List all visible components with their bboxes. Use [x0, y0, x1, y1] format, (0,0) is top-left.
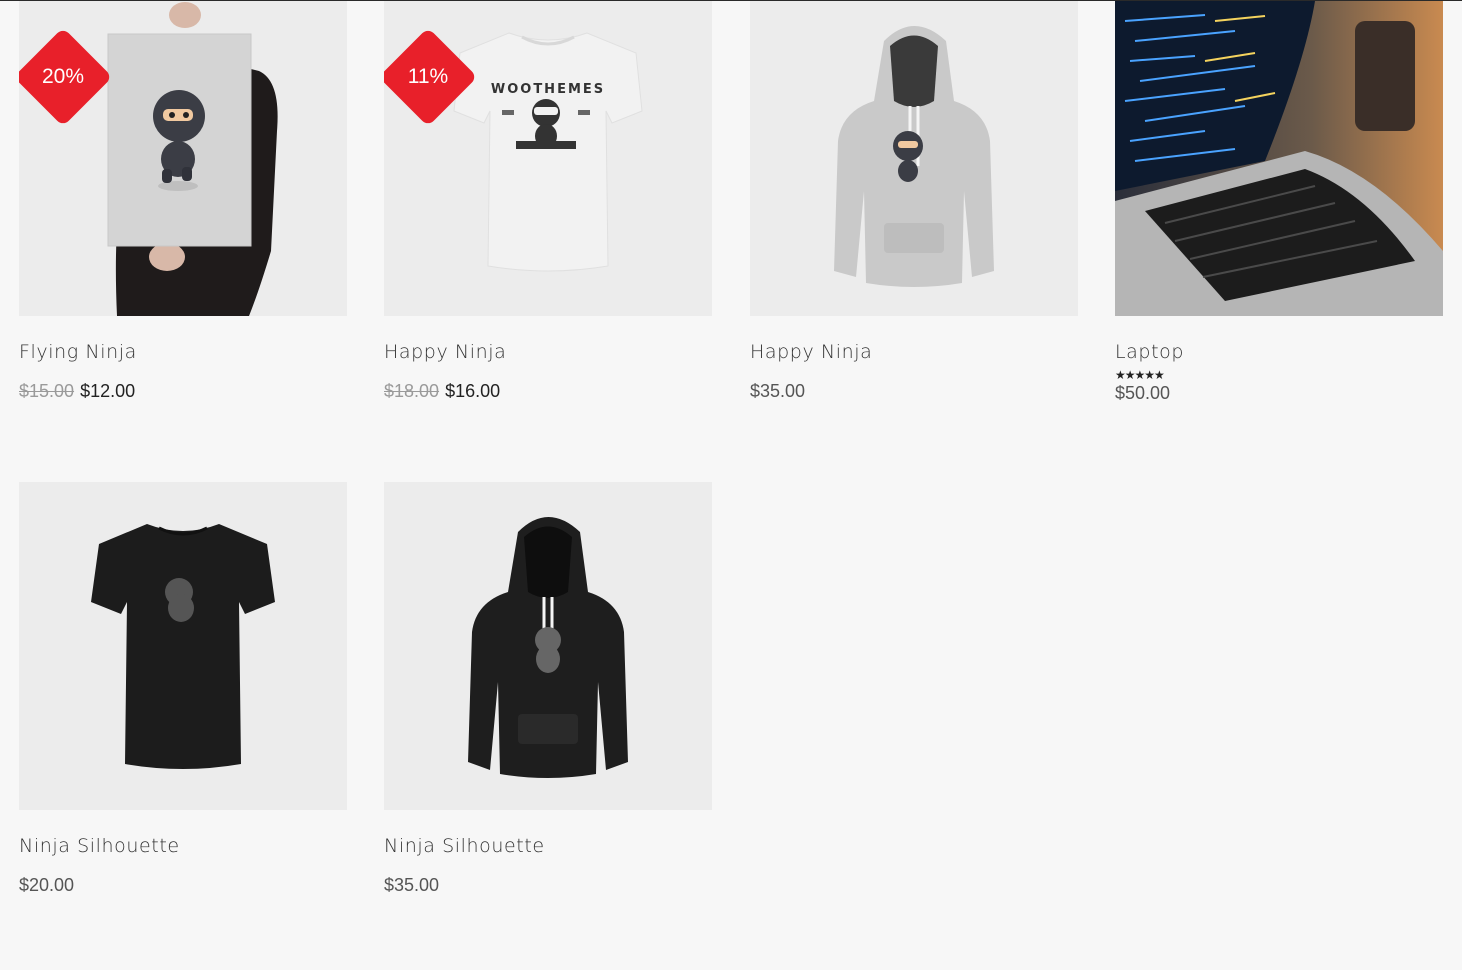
product-price: $50.00 [1115, 382, 1443, 404]
svg-text:WOOTHEMES: WOOTHEMES [491, 82, 605, 97]
product-price: $35.00 [384, 874, 712, 896]
sale-badge: 20% [19, 27, 113, 127]
tshirt-black-silhouette-image [19, 482, 347, 810]
regular-price: $35.00 [384, 875, 440, 895]
sale-price: $16.00 [445, 381, 501, 401]
product-image-link[interactable] [384, 482, 712, 810]
hoodie-black-silhouette-image [384, 482, 712, 810]
product-title[interactable]: Happy Ninja [750, 340, 1078, 364]
product-card: Happy Ninja $35.00 [750, 1, 1078, 402]
product-image-link[interactable]: WOOTHEMES 11% [384, 1, 712, 316]
product-title[interactable]: Happy Ninja [384, 340, 712, 364]
product-image-link[interactable] [19, 482, 347, 810]
regular-price: $20.00 [19, 875, 75, 895]
laptop-code-image [1115, 1, 1443, 316]
star-rating: ★★★★★ [1115, 368, 1165, 382]
product-card: Laptop ★★★★★ $50.00 [1115, 1, 1443, 404]
product-title[interactable]: Ninja Silhouette [19, 834, 347, 858]
hoodie-grey-ninja-image [750, 1, 1078, 316]
product-price: $20.00 [19, 874, 347, 896]
sale-badge: 11% [384, 27, 478, 127]
product-price: $35.00 [750, 380, 1078, 402]
product-card: Ninja Silhouette $35.00 [384, 482, 712, 896]
product-title[interactable]: Flying Ninja [19, 340, 347, 364]
product-title[interactable]: Laptop [1115, 340, 1443, 364]
product-card: WOOTHEMES 11% Happy Ninja $18.00 $16.00 [384, 1, 712, 402]
product-card: 20% Flying Ninja $15.00 $12.00 [19, 1, 347, 402]
regular-price: $35.00 [750, 381, 806, 401]
product-image-link[interactable]: 20% [19, 1, 347, 316]
product-title[interactable]: Ninja Silhouette [384, 834, 712, 858]
old-price: $15.00 [19, 381, 75, 401]
product-price: $18.00 $16.00 [384, 380, 712, 402]
regular-price: $50.00 [1115, 383, 1171, 403]
product-card: Ninja Silhouette $20.00 [19, 482, 347, 896]
sale-badge-label: 20% [41, 65, 85, 88]
old-price: $18.00 [384, 381, 440, 401]
product-image-link[interactable] [750, 1, 1078, 316]
sale-price: $12.00 [80, 381, 136, 401]
product-price: $15.00 $12.00 [19, 380, 347, 402]
sale-badge-label: 11% [407, 65, 449, 88]
product-image-link[interactable] [1115, 1, 1443, 316]
